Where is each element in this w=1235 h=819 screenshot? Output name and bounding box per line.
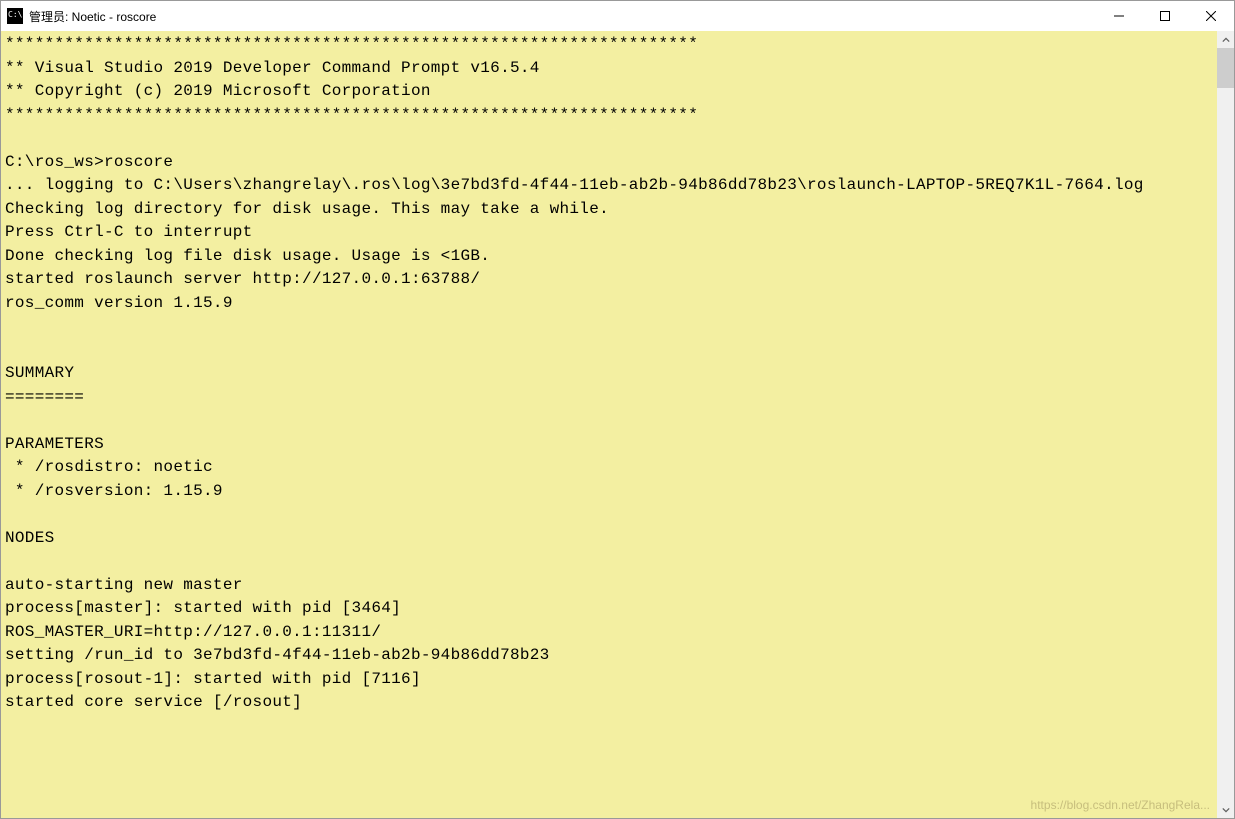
window-controls bbox=[1096, 1, 1234, 31]
maximize-button[interactable] bbox=[1142, 1, 1188, 31]
minimize-icon bbox=[1114, 11, 1124, 21]
scroll-up-button[interactable] bbox=[1217, 31, 1234, 48]
scroll-thumb[interactable] bbox=[1217, 48, 1234, 88]
content-area: ****************************************… bbox=[1, 31, 1234, 818]
chevron-down-icon bbox=[1222, 806, 1230, 814]
scroll-down-button[interactable] bbox=[1217, 801, 1234, 818]
scroll-track[interactable] bbox=[1217, 48, 1234, 801]
minimize-button[interactable] bbox=[1096, 1, 1142, 31]
scrollbar[interactable] bbox=[1217, 31, 1234, 818]
chevron-up-icon bbox=[1222, 36, 1230, 44]
close-icon bbox=[1206, 11, 1216, 21]
console-window: 管理员: Noetic - roscore ******************… bbox=[0, 0, 1235, 819]
titlebar[interactable]: 管理员: Noetic - roscore bbox=[1, 1, 1234, 31]
terminal-output[interactable]: ****************************************… bbox=[1, 31, 1217, 818]
maximize-icon bbox=[1160, 11, 1170, 21]
cmd-icon bbox=[7, 8, 23, 24]
window-title: 管理员: Noetic - roscore bbox=[29, 8, 1096, 25]
close-button[interactable] bbox=[1188, 1, 1234, 31]
